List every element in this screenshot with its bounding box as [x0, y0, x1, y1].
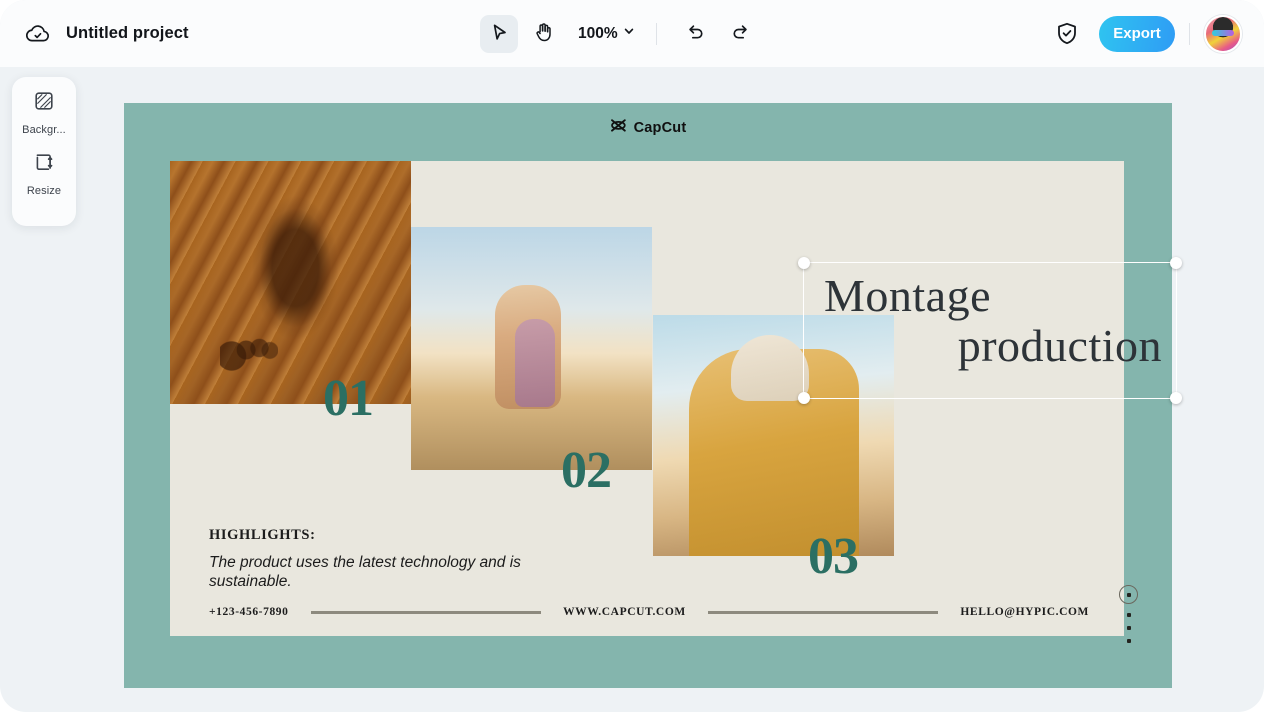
export-button[interactable]: Export [1099, 15, 1175, 52]
footer-divider-left [310, 610, 542, 614]
canvas-area[interactable]: CapCut 01 02 03 HIGHLIGHTS: The product … [88, 67, 1264, 712]
highlights-body[interactable]: The product uses the latest technology a… [209, 553, 539, 591]
title-line-1: Montage [824, 270, 992, 321]
toolbar-left-group: Untitled project [24, 0, 189, 67]
highlights-title: HIGHLIGHTS: [209, 527, 316, 543]
shield-check-icon[interactable] [1049, 16, 1085, 52]
hand-tool-button[interactable] [524, 15, 562, 53]
circled-dot-icon[interactable] [1119, 585, 1138, 604]
sidebar-item-resize[interactable]: Resize [13, 150, 75, 197]
toolbar-divider-right [1189, 22, 1190, 45]
resize-handle-top-left[interactable] [798, 257, 810, 269]
capcut-editor-window: Untitled project 100% Export Backgr... R… [0, 0, 1264, 712]
photo-mother-and-child-on-beach[interactable] [411, 227, 652, 470]
slide-card: 01 02 03 HIGHLIGHTS: The product uses th… [170, 161, 1182, 643]
redo-icon [730, 22, 750, 45]
footer-divider-right [707, 610, 939, 614]
zoom-control[interactable]: 100% [578, 24, 636, 43]
toolbar-center-group: 100% [480, 0, 759, 67]
undo-icon [686, 22, 706, 45]
footer-website: WWW.CAPCUT.COM [563, 606, 686, 618]
sidebar-item-background[interactable]: Backgr... [13, 89, 75, 136]
resize-crop-icon [32, 150, 56, 179]
toolbar-divider [655, 22, 657, 45]
slide-artboard[interactable]: CapCut 01 02 03 HIGHLIGHTS: The product … [124, 103, 1182, 688]
pagination-dot[interactable] [1126, 626, 1131, 630]
title-line-2: production [957, 320, 1162, 371]
chevron-down-icon [622, 24, 636, 43]
capcut-brand: CapCut [124, 117, 1172, 139]
select-tool-button[interactable] [480, 14, 518, 53]
slide-footer: +123-456-7890 WWW.CAPCUT.COM HELLO@HYPIC… [209, 603, 1089, 621]
top-toolbar: Untitled project 100% Export [0, 0, 1264, 67]
cursor-arrow-icon [490, 23, 509, 45]
toolbar-right-group: Export [1049, 0, 1242, 67]
redo-button[interactable] [721, 15, 759, 53]
resize-handle-top-right[interactable] [1170, 257, 1182, 269]
photo-number-01: 01 [323, 370, 374, 427]
sidebar-item-background-label: Backgr... [22, 124, 66, 136]
resize-handle-bottom-right[interactable] [1170, 392, 1182, 404]
photo-number-02: 02 [561, 442, 612, 499]
pagination-dot[interactable] [1126, 613, 1131, 617]
hand-icon [534, 22, 553, 45]
title-text-element[interactable]: Montage production [810, 271, 1170, 371]
avatar[interactable] [1204, 14, 1242, 53]
undo-button[interactable] [677, 15, 715, 53]
photo-number-03: 03 [808, 528, 859, 585]
footer-email: HELLO@HYPIC.COM [960, 606, 1090, 618]
photo-footprint-in-sand[interactable] [170, 161, 411, 404]
background-hatched-square-icon [32, 89, 56, 118]
zoom-value: 100% [578, 24, 618, 42]
pagination-dot[interactable] [1126, 639, 1131, 643]
footer-phone: +123-456-7890 [209, 606, 289, 618]
project-title[interactable]: Untitled project [66, 24, 189, 43]
cloud-check-icon[interactable] [24, 20, 52, 48]
capcut-logo-icon [610, 118, 627, 138]
left-sidebar: Backgr... Resize [12, 77, 76, 226]
sidebar-item-resize-label: Resize [26, 185, 62, 197]
capcut-brand-name: CapCut [633, 120, 687, 136]
pagination-dots[interactable] [1119, 585, 1138, 643]
